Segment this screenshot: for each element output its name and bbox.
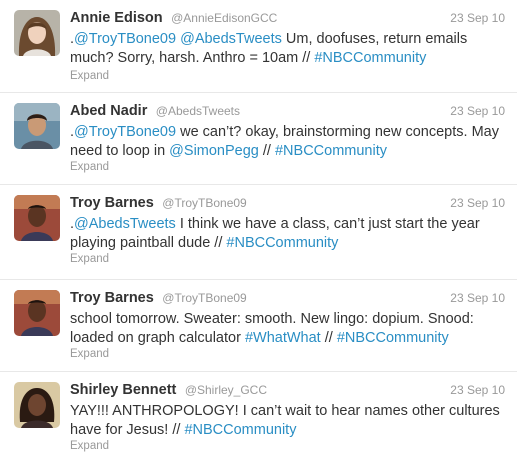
tweet-item[interactable]: Troy Barnes @TroyTBone09 23 Sep 10 .@Abe… bbox=[0, 185, 517, 280]
tweet-text: .@AbedsTweets I think we have a class, c… bbox=[70, 215, 503, 253]
tweet-header: Annie Edison @AnnieEdisonGCC 23 Sep 10 bbox=[70, 9, 507, 29]
author-handle[interactable]: @TroyTBone09 bbox=[162, 291, 246, 305]
hashtag-link[interactable]: #NBCCommunity bbox=[184, 422, 296, 438]
hashtag-link[interactable]: #NBCCommunity bbox=[337, 330, 449, 346]
mention-link[interactable]: @SimonPegg bbox=[169, 143, 259, 159]
author-handle[interactable]: @Shirley_GCC bbox=[185, 383, 267, 397]
author-name[interactable]: Abed Nadir bbox=[70, 103, 147, 119]
tweet-header: Troy Barnes @TroyTBone09 23 Sep 10 bbox=[70, 289, 507, 309]
tweet-item[interactable]: Abed Nadir @AbedsTweets 23 Sep 10 .@Troy… bbox=[0, 93, 517, 185]
mention-link[interactable]: @AbedsTweets bbox=[74, 216, 176, 232]
expand-link[interactable]: Expand bbox=[70, 161, 109, 173]
author-name[interactable]: Shirley Bennett bbox=[70, 382, 176, 398]
tweet-timestamp[interactable]: 23 Sep 10 bbox=[450, 383, 505, 397]
author-name[interactable]: Troy Barnes bbox=[70, 290, 154, 306]
avatar-troy-icon bbox=[14, 290, 60, 336]
tweet-timestamp[interactable]: 23 Sep 10 bbox=[450, 11, 505, 25]
mention-link[interactable]: @AbedsTweets bbox=[180, 31, 282, 47]
tweet-timestamp[interactable]: 23 Sep 10 bbox=[450, 291, 505, 305]
tweet-item[interactable]: Troy Barnes @TroyTBone09 23 Sep 10 schoo… bbox=[0, 280, 517, 372]
author-handle[interactable]: @AnnieEdisonGCC bbox=[171, 11, 277, 25]
author-handle[interactable]: @AbedsTweets bbox=[156, 104, 240, 118]
hashtag-link[interactable]: #NBCCommunity bbox=[314, 50, 426, 66]
mention-link[interactable]: @TroyTBone09 bbox=[74, 124, 176, 140]
author-handle[interactable]: @TroyTBone09 bbox=[162, 196, 246, 210]
hashtag-link[interactable]: #NBCCommunity bbox=[226, 235, 338, 251]
tweet-text: .@TroyTBone09 we can’t? okay, brainstorm… bbox=[70, 123, 503, 161]
expand-link[interactable]: Expand bbox=[70, 440, 109, 452]
tweet-timestamp[interactable]: 23 Sep 10 bbox=[450, 104, 505, 118]
avatar[interactable] bbox=[14, 103, 60, 149]
tweet-header: Abed Nadir @AbedsTweets 23 Sep 10 bbox=[70, 102, 507, 122]
avatar-shirley-icon bbox=[14, 382, 60, 428]
tweet-text: YAY!!! ANTHROPOLOGY! I can’t wait to hea… bbox=[70, 402, 503, 440]
hashtag-link[interactable]: #NBCCommunity bbox=[275, 143, 387, 159]
avatar-troy-icon bbox=[14, 195, 60, 241]
avatar-annie-icon bbox=[14, 10, 60, 56]
tweet-header: Shirley Bennett @Shirley_GCC 23 Sep 10 bbox=[70, 381, 507, 401]
avatar[interactable] bbox=[14, 382, 60, 428]
expand-link[interactable]: Expand bbox=[70, 348, 109, 360]
mention-link[interactable]: @TroyTBone09 bbox=[74, 31, 176, 47]
tweet-item[interactable]: Annie Edison @AnnieEdisonGCC 23 Sep 10 .… bbox=[0, 0, 517, 93]
expand-link[interactable]: Expand bbox=[70, 70, 109, 82]
tweet-text: school tomorrow. Sweater: smooth. New li… bbox=[70, 310, 503, 348]
avatar[interactable] bbox=[14, 10, 60, 56]
tweet-header: Troy Barnes @TroyTBone09 23 Sep 10 bbox=[70, 194, 507, 214]
tweet-item[interactable]: Shirley Bennett @Shirley_GCC 23 Sep 10 Y… bbox=[0, 372, 517, 464]
tweet-timeline: Annie Edison @AnnieEdisonGCC 23 Sep 10 .… bbox=[0, 0, 517, 464]
tweet-text-segment: // bbox=[258, 143, 275, 159]
author-name[interactable]: Troy Barnes bbox=[70, 195, 154, 211]
expand-link[interactable]: Expand bbox=[70, 253, 109, 265]
tweet-timestamp[interactable]: 23 Sep 10 bbox=[450, 196, 505, 210]
avatar[interactable] bbox=[14, 195, 60, 241]
avatar[interactable] bbox=[14, 290, 60, 336]
tweet-text-segment: // bbox=[320, 330, 337, 346]
tweet-text: .@TroyTBone09 @AbedsTweets Um, doofuses,… bbox=[70, 30, 503, 68]
avatar-abed-icon bbox=[14, 103, 60, 149]
author-name[interactable]: Annie Edison bbox=[70, 10, 163, 26]
hashtag-link[interactable]: #WhatWhat bbox=[245, 330, 321, 346]
